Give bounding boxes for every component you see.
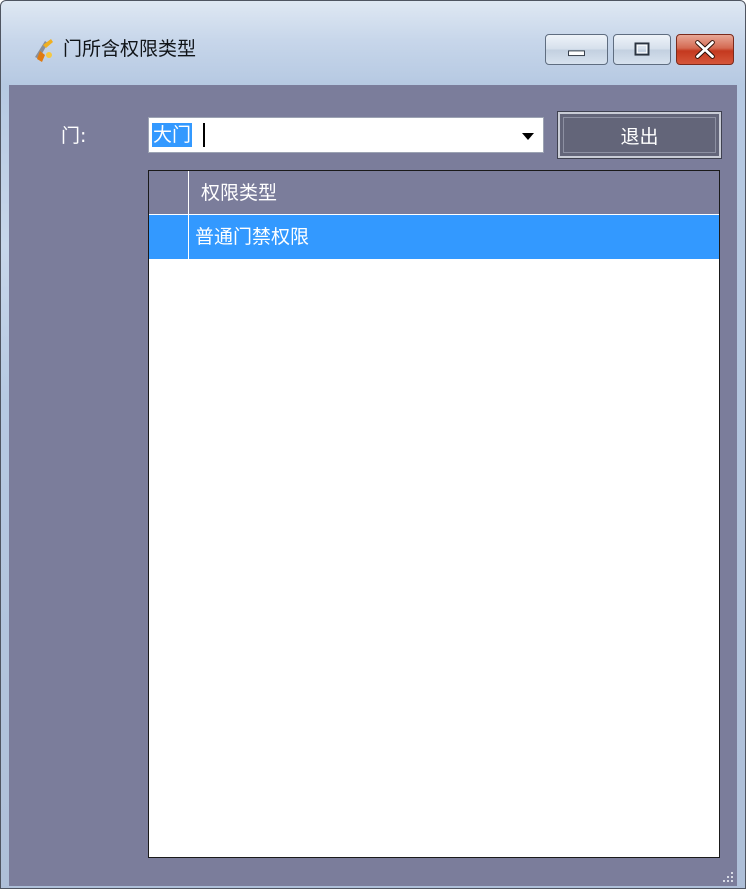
door-combobox-value[interactable]: 大门: [152, 123, 193, 147]
window-frame-bottom: [1, 886, 745, 888]
grid-header: 权限类型: [149, 171, 719, 215]
permission-type-cell[interactable]: 普通门禁权限: [195, 225, 309, 249]
dropdown-arrow-icon[interactable]: [521, 131, 535, 141]
title-bar[interactable]: 门所含权限类型: [1, 1, 745, 85]
client-area: 门: 大门 退出 权限类型 普通门禁权限: [9, 85, 737, 886]
window-frame-left: [1, 85, 9, 886]
resize-grip-icon[interactable]: [721, 870, 735, 884]
window-frame-right: [737, 85, 745, 886]
door-combobox[interactable]: 大门: [148, 117, 544, 153]
close-button[interactable]: [676, 34, 734, 65]
column-header-permission-type[interactable]: 权限类型: [201, 181, 277, 205]
minimize-button[interactable]: [545, 34, 608, 65]
permission-types-grid[interactable]: 权限类型 普通门禁权限: [148, 170, 720, 858]
maximize-button[interactable]: [613, 34, 671, 65]
table-row[interactable]: 普通门禁权限: [149, 215, 719, 259]
close-icon: [695, 40, 715, 59]
minimize-icon: [568, 50, 585, 57]
app-icon: [35, 39, 53, 62]
door-permission-types-window: 门所含权限类型 门: 大门 退出 权限类型 普通门禁权限: [0, 0, 746, 889]
exit-button[interactable]: 退出: [557, 111, 722, 159]
maximize-icon: [634, 42, 650, 56]
window-title: 门所含权限类型: [63, 38, 197, 60]
row-header[interactable]: [149, 215, 189, 259]
exit-button-label: 退出: [620, 125, 659, 148]
row-header-corner[interactable]: [149, 171, 189, 214]
door-label: 门:: [61, 125, 87, 147]
text-caret: [203, 123, 205, 147]
